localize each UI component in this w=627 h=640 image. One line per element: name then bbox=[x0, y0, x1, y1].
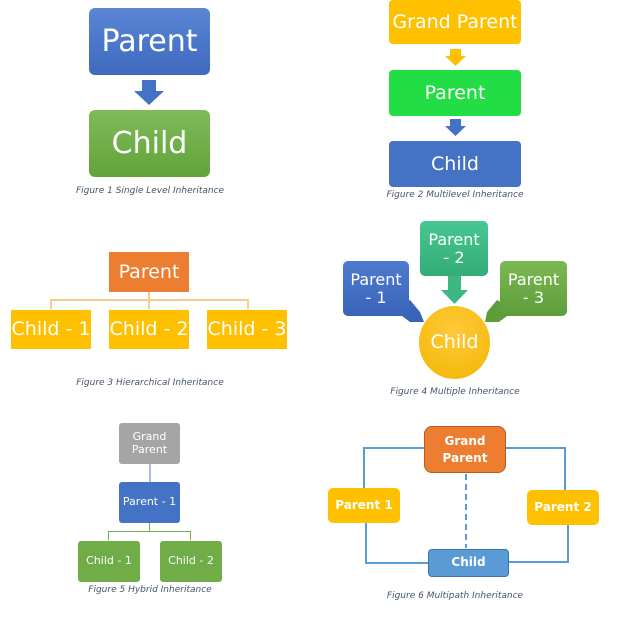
fig6-parent-1-label: Parent 1 bbox=[335, 497, 393, 512]
fig6-connector-parent2-child bbox=[508, 524, 569, 563]
fig6-connector-parent1-child bbox=[365, 523, 429, 564]
fig6-parent-2-label: Parent 2 bbox=[534, 499, 592, 514]
fig6-grandparent-label: Grand Parent bbox=[442, 433, 488, 465]
fig6-child-node: Child bbox=[428, 549, 509, 577]
fig6-connector-gp-parent1 bbox=[363, 447, 424, 488]
fig6-parent-2-node: Parent 2 bbox=[527, 490, 599, 525]
fig6-grandparent-node: Grand Parent bbox=[424, 426, 506, 473]
fig6-child-label: Child bbox=[451, 555, 486, 570]
fig6-connector-gp-parent2 bbox=[505, 447, 566, 491]
fig6-connectors bbox=[363, 447, 569, 564]
fig6-caption: Figure 6 Multipath Inheritance bbox=[386, 591, 524, 601]
fig6-parent-1-node: Parent 1 bbox=[328, 488, 400, 523]
